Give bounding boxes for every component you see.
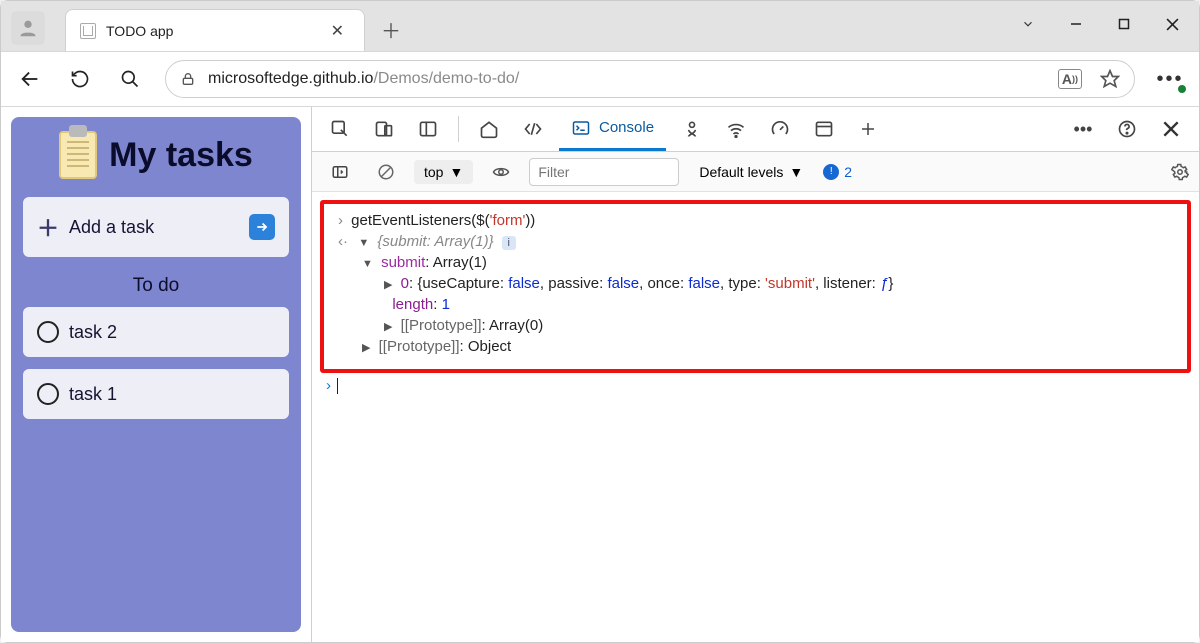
browser-toolbar: microsoftedge.github.io/Demos/demo-to-do… [1,51,1199,107]
object-property[interactable]: ▼ submit: Array(1) [332,252,1179,273]
maximize-button[interactable] [1101,7,1147,41]
devtools-panel: Console ••• top ▼ [311,107,1199,642]
checkbox-icon[interactable] [37,383,59,405]
levels-label: Default levels [699,164,783,180]
task-item[interactable]: task 1 [23,369,289,419]
app-pane: My tasks ＋ Add a task To do task 2 [1,107,311,642]
submit-arrow-button[interactable] [249,214,275,240]
address-bar[interactable]: microsoftedge.github.io/Demos/demo-to-do… [165,60,1135,98]
highlighted-output: › getEventListeners($('form')) ‹· ▼ {sub… [320,200,1191,373]
issues-badge[interactable]: ! 2 [823,164,852,180]
application-tab-icon[interactable] [806,111,842,147]
browser-tab[interactable]: TODO app ✕ [65,9,365,51]
clear-console-icon[interactable] [368,154,404,190]
new-tab-button[interactable]: ＋ [373,11,409,47]
console-prompt[interactable]: › [320,373,1191,398]
console-icon [571,119,591,137]
elements-tab-icon[interactable] [515,111,551,147]
prototype-row[interactable]: ▶ [[Prototype]]: Array(0) [332,315,1179,336]
app-title: My tasks [109,136,253,175]
read-aloud-icon[interactable]: A)) [1058,69,1082,89]
task-label: task 1 [69,384,117,405]
refresh-button[interactable] [65,64,95,94]
clipboard-icon [59,131,97,179]
section-label: To do [23,275,289,297]
lock-icon [180,71,196,87]
console-result-summary[interactable]: ‹· ▼ {submit: Array(1)} i [332,231,1179,252]
back-button[interactable] [15,64,45,94]
array-length: length: 1 [332,294,1179,315]
prototype-row[interactable]: ▶ [[Prototype]]: Object [332,336,1179,357]
context-selector[interactable]: top ▼ [414,160,473,184]
add-tab-button[interactable] [850,111,886,147]
profile-button[interactable] [11,11,45,45]
url-text: microsoftedge.github.io/Demos/demo-to-do… [208,70,519,88]
log-levels-selector[interactable]: Default levels ▼ [699,164,803,180]
arrow-right-icon [255,220,269,234]
close-window-button[interactable] [1149,7,1195,41]
dock-side-icon[interactable] [410,111,446,147]
devtools-more-button[interactable]: ••• [1065,111,1101,147]
plus-icon: ＋ [37,211,59,243]
tab-title: TODO app [106,23,315,39]
tab-close-button[interactable]: ✕ [325,19,350,43]
browser-window: TODO app ✕ ＋ microsoftedge.github.io/Dem… [0,0,1200,643]
task-item[interactable]: task 2 [23,307,289,357]
chevron-down-icon: ▼ [449,164,463,180]
sidebar-toggle-icon[interactable] [322,154,358,190]
favicon-icon [80,23,96,39]
search-icon[interactable] [115,64,145,94]
checkbox-icon[interactable] [37,321,59,343]
window-controls [1005,7,1199,51]
add-task-label: Add a task [69,217,154,238]
devtools-tabbar: Console ••• [312,107,1199,152]
add-task-card[interactable]: ＋ Add a task [23,197,289,257]
inspect-icon[interactable] [322,111,358,147]
console-tab-label: Console [599,119,654,136]
close-devtools-button[interactable] [1153,111,1189,147]
chevron-down-icon: ▼ [789,164,803,180]
device-emulation-icon[interactable] [366,111,402,147]
console-settings-icon[interactable] [1171,163,1189,181]
performance-tab-icon[interactable] [762,111,798,147]
live-expression-icon[interactable] [483,154,519,190]
console-toolbar: top ▼ Default levels ▼ ! 2 [312,152,1199,192]
help-button[interactable] [1109,111,1145,147]
content-area: My tasks ＋ Add a task To do task 2 [1,107,1199,642]
favorite-icon[interactable] [1100,69,1120,89]
welcome-tab-icon[interactable] [471,111,507,147]
array-item[interactable]: ▶ 0: {useCapture: false, passive: false,… [332,273,1179,294]
more-button[interactable]: ••• [1155,64,1185,94]
filter-input[interactable] [529,158,679,186]
sources-tab-icon[interactable] [674,111,710,147]
network-tab-icon[interactable] [718,111,754,147]
console-tab[interactable]: Console [559,107,666,151]
info-icon[interactable]: i [502,236,516,250]
todo-app: My tasks ＋ Add a task To do task 2 [11,117,301,632]
issues-bubble-icon: ! [823,164,839,180]
minimize-button[interactable] [1053,7,1099,41]
app-header: My tasks [23,131,289,179]
context-label: top [424,164,443,180]
task-label: task 2 [69,322,117,343]
issues-count: 2 [844,164,852,180]
title-bar: TODO app ✕ ＋ [1,1,1199,51]
profile-icon [17,17,39,39]
console-input-line: › getEventListeners($('form')) [332,210,1179,231]
console-output[interactable]: › getEventListeners($('form')) ‹· ▼ {sub… [312,192,1199,642]
chevron-down-icon[interactable] [1005,7,1051,41]
